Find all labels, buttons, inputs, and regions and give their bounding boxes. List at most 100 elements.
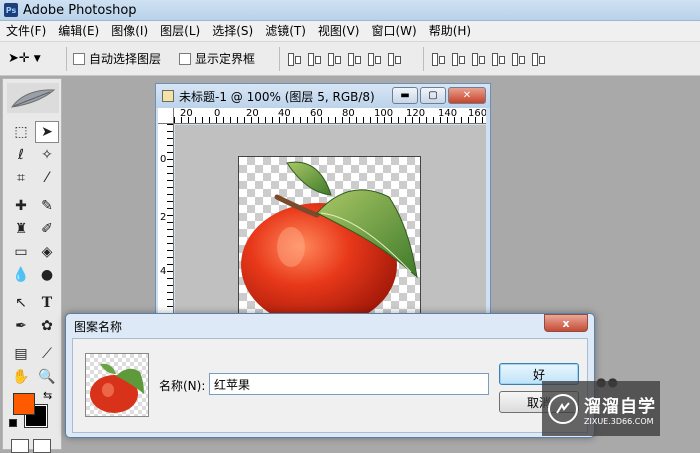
distribute-right-icon[interactable] — [530, 50, 547, 67]
menu-edit[interactable]: 编辑(E) — [52, 21, 105, 42]
distribute-top-icon[interactable] — [430, 50, 447, 67]
ruler-origin[interactable] — [158, 108, 174, 124]
swap-colors-icon[interactable]: ⇆ — [43, 389, 52, 402]
window-controls: ▬ ▢ ✕ — [392, 87, 486, 104]
divider — [9, 287, 59, 291]
crop-tool-icon[interactable]: ⌗ — [9, 167, 33, 189]
align-bottom-icon[interactable] — [326, 50, 343, 67]
lasso-tool-icon[interactable]: ℓ — [9, 144, 33, 166]
quick-mask-button[interactable] — [33, 439, 51, 453]
options-bar: ➤✛ ▼ 自动选择图层 显示定界框 — [0, 42, 700, 76]
foreground-color-swatch[interactable] — [13, 393, 35, 415]
align-hcenter-icon[interactable] — [366, 50, 383, 67]
apple-thumbnail — [90, 363, 144, 413]
distribute-hcenter-icon[interactable] — [510, 50, 527, 67]
divider — [423, 46, 425, 71]
close-button[interactable]: ✕ — [448, 87, 486, 104]
horizontal-ruler[interactable]: 20 0 20 40 60 80 100 120 140 160 — [174, 108, 486, 124]
watermark: 溜溜自学 ZIXUE.3D66.COM — [542, 381, 660, 436]
align-right-icon[interactable] — [386, 50, 403, 67]
pen-tool-icon[interactable]: ✒ — [9, 315, 33, 337]
app-title-bar: Ps Adobe Photoshop — [0, 0, 700, 21]
name-field-label: 名称(N): — [159, 379, 206, 393]
canvas-area[interactable] — [175, 125, 486, 324]
paint-bucket-tool-icon[interactable]: ◈ — [35, 241, 59, 263]
pattern-preview — [85, 353, 149, 417]
auto-select-label: 自动选择图层 — [89, 52, 162, 66]
dialog-close-button[interactable]: x — [544, 314, 588, 332]
show-bounds-checkbox[interactable]: 显示定界框 — [179, 50, 255, 67]
minimize-button[interactable]: ▬ — [392, 87, 418, 104]
ruler-ticks — [167, 124, 173, 324]
watermark-logo-icon — [548, 393, 578, 424]
healing-brush-tool-icon[interactable]: ✚ — [9, 195, 33, 217]
marquee-tool-icon[interactable]: ⬚ — [9, 121, 33, 143]
hand-tool-icon[interactable]: ✋ — [9, 366, 33, 388]
apple-image — [241, 161, 418, 324]
menu-select[interactable]: 选择(S) — [206, 21, 259, 42]
ruler-tick-label: 2 — [160, 212, 167, 223]
divider — [9, 338, 59, 342]
watermark-url: ZIXUE.3D66.COM — [584, 416, 654, 426]
checkbox-box[interactable] — [73, 52, 85, 65]
photoshop-logo-icon: Ps — [4, 3, 18, 17]
align-top-icon[interactable] — [286, 50, 303, 67]
menu-help[interactable]: 帮助(H) — [423, 21, 477, 42]
document-icon — [162, 90, 174, 102]
document-canvas[interactable] — [238, 156, 421, 324]
align-buttons — [286, 50, 403, 67]
dodge-tool-icon[interactable]: ● — [35, 264, 59, 286]
align-left-icon[interactable] — [346, 50, 363, 67]
blur-tool-icon[interactable]: 💧 — [9, 264, 33, 286]
maximize-button[interactable]: ▢ — [420, 87, 446, 104]
notes-tool-icon[interactable]: ▤ — [9, 343, 33, 365]
path-select-tool-icon[interactable]: ↖ — [9, 292, 33, 314]
checkbox-box[interactable] — [179, 52, 192, 65]
distribute-bottom-icon[interactable] — [470, 50, 487, 67]
default-colors-icon[interactable] — [9, 419, 17, 427]
magic-wand-tool-icon[interactable]: ✧ — [35, 144, 59, 166]
history-brush-tool-icon[interactable]: ✐ — [35, 218, 59, 240]
tool-preset-picker[interactable]: ➤✛ ▼ — [8, 46, 60, 72]
clone-stamp-tool-icon[interactable]: ♜ — [9, 218, 33, 240]
document-title: 未标题-1 @ 100% (图层 5, RGB/8) — [179, 89, 375, 104]
watermark-text: 溜溜自学 ZIXUE.3D66.COM — [584, 392, 656, 426]
divider — [279, 46, 281, 71]
type-tool-icon[interactable]: T — [35, 292, 59, 314]
distribute-vcenter-icon[interactable] — [450, 50, 467, 67]
app-title: Adobe Photoshop — [23, 2, 137, 18]
menu-bar: 文件(F) 编辑(E) 图像(I) 图层(L) 选择(S) 滤镜(T) 视图(V… — [0, 21, 700, 42]
pattern-name-dialog: 图案名称 x 名称(N): 好 取消 — [65, 313, 595, 438]
menu-layer[interactable]: 图层(L) — [154, 21, 206, 42]
eyedropper-tool-icon[interactable]: ⟋ — [35, 343, 59, 365]
toolbox: ⬚ ➤ ℓ ✧ ⌗ ⁄ ✚ ✎ ♜ ✐ ▭ ◈ 💧 ● ↖ T ✒ ✿ ▤ ⟋ … — [2, 78, 62, 453]
custom-shape-tool-icon[interactable]: ✿ — [35, 315, 59, 337]
dialog-title: 图案名称 — [74, 320, 123, 334]
tool-grid: ⬚ ➤ ℓ ✧ ⌗ ⁄ ✚ ✎ ♜ ✐ ▭ ◈ 💧 ● ↖ T ✒ ✿ ▤ ⟋ … — [9, 121, 59, 388]
distribute-buttons — [430, 50, 547, 67]
zoom-tool-icon[interactable]: 🔍 — [35, 366, 59, 388]
move-tool-icon: ➤✛ — [8, 51, 30, 66]
vertical-ruler[interactable]: 0 2 4 — [158, 124, 174, 324]
brush-tool-icon[interactable]: ✎ — [35, 195, 59, 217]
document-title-bar[interactable]: 未标题-1 @ 100% (图层 5, RGB/8) ▬ ▢ ✕ — [156, 84, 490, 108]
ruler-tick-label: 0 — [160, 154, 167, 165]
menu-filter[interactable]: 滤镜(T) — [259, 21, 312, 42]
pattern-name-input[interactable] — [209, 373, 489, 395]
menu-view[interactable]: 视图(V) — [312, 21, 366, 42]
distribute-left-icon[interactable] — [490, 50, 507, 67]
dialog-body: 名称(N): 好 取消 — [72, 338, 588, 433]
ruler-ticks — [174, 117, 486, 123]
menu-image[interactable]: 图像(I) — [105, 21, 154, 42]
align-vcenter-icon[interactable] — [306, 50, 323, 67]
menu-file[interactable]: 文件(F) — [0, 21, 52, 42]
standard-mode-button[interactable] — [11, 439, 29, 453]
document-window: 未标题-1 @ 100% (图层 5, RGB/8) ▬ ▢ ✕ 20 0 20… — [155, 83, 491, 324]
auto-select-checkbox[interactable]: 自动选择图层 — [73, 50, 161, 67]
menu-window[interactable]: 窗口(W) — [365, 21, 422, 42]
close-icon: x — [562, 316, 570, 330]
move-tool-icon[interactable]: ➤ — [35, 121, 59, 143]
slice-tool-icon[interactable]: ⁄ — [35, 167, 59, 189]
eraser-tool-icon[interactable]: ▭ — [9, 241, 33, 263]
feather-icon — [7, 83, 59, 113]
